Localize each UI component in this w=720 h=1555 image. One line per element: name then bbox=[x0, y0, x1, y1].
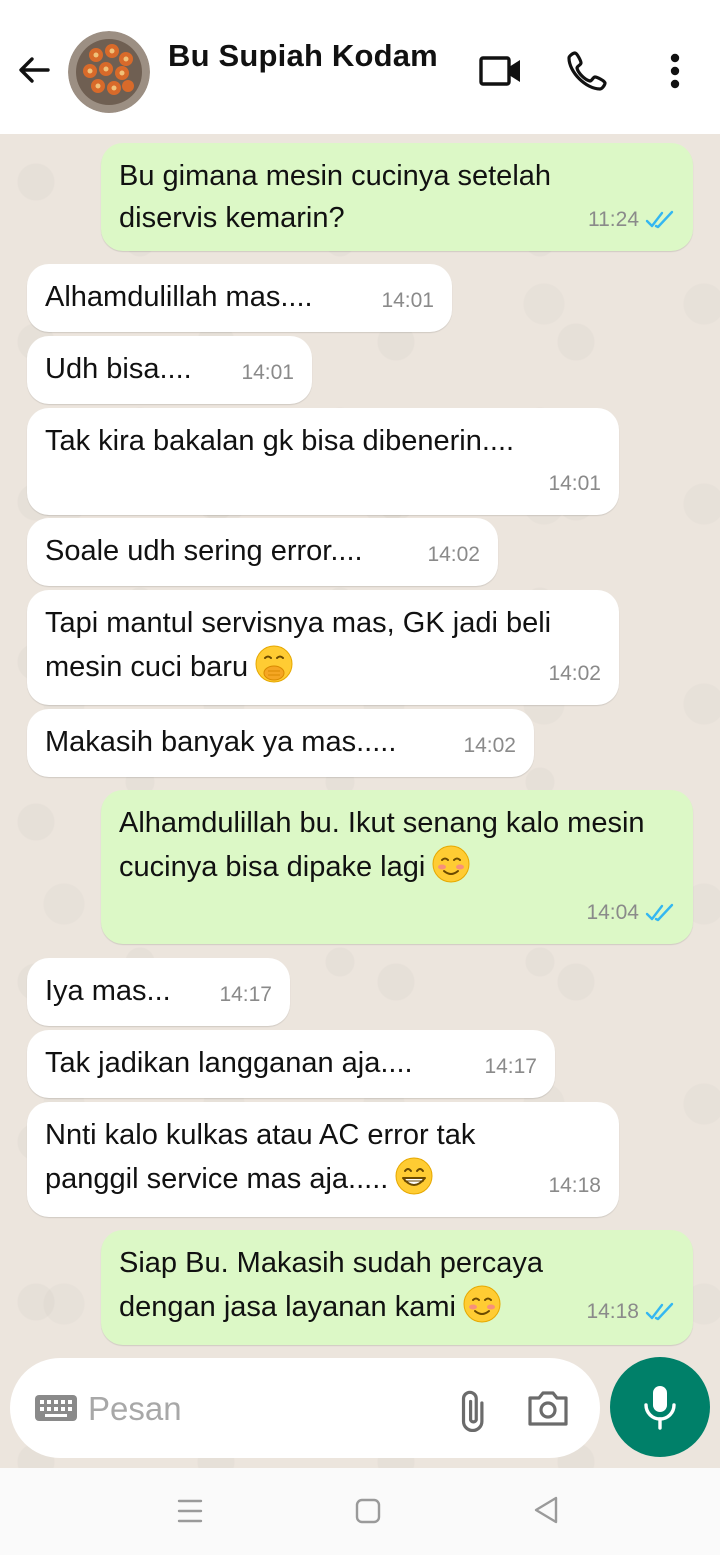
mic-button[interactable] bbox=[610, 1357, 710, 1457]
message-text: Soale udh sering error.... bbox=[45, 535, 363, 567]
message-text: Bu gimana mesin cucinya setelah diservis… bbox=[119, 160, 552, 234]
message-meta: 14:18 bbox=[586, 1291, 679, 1333]
message-bubble-outgoing[interactable]: Bu gimana mesin cucinya setelah diservis… bbox=[101, 143, 693, 251]
message-meta: 11:24 bbox=[588, 199, 679, 241]
message-bubble-incoming[interactable]: Makasih banyak ya mas..... 14:02 bbox=[27, 709, 534, 777]
message-time: 14:01 bbox=[381, 289, 434, 312]
chat-area[interactable]: Bu gimana mesin cucinya setelah diservis… bbox=[0, 134, 720, 1468]
message-bubble-incoming[interactable]: Iya mas... 14:17 bbox=[27, 958, 290, 1026]
message-bubble-outgoing[interactable]: Siap Bu. Makasih sudah percaya dengan ja… bbox=[101, 1230, 693, 1345]
message-text: Tak kira bakalan gk bisa dibenerin.... bbox=[45, 425, 515, 457]
message-bubble-incoming[interactable]: Udh bisa.... 14:01 bbox=[27, 336, 312, 404]
message-text: Nnti kalo kulkas atau AC error tak pangg… bbox=[45, 1102, 545, 1200]
nav-back-icon[interactable] bbox=[532, 1495, 560, 1525]
recent-apps-icon[interactable] bbox=[176, 1497, 204, 1525]
message-meta: 14:18 bbox=[548, 1165, 601, 1207]
message-bubble-incoming[interactable]: Tak kira bakalan gk bisa dibenerin.... 1… bbox=[27, 408, 619, 515]
message-meta: 14:01 bbox=[241, 352, 294, 394]
read-receipt-icon bbox=[645, 1302, 674, 1321]
message-meta: 14:02 bbox=[427, 534, 480, 576]
message-time: 14:01 bbox=[548, 472, 601, 495]
message-text: Makasih banyak ya mas..... bbox=[45, 726, 397, 758]
message-bubble-incoming[interactable]: Alhamdulillah mas.... 14:01 bbox=[27, 264, 452, 332]
avatar[interactable] bbox=[68, 31, 150, 113]
message-time: 14:02 bbox=[463, 734, 516, 757]
home-icon[interactable] bbox=[354, 1497, 382, 1525]
message-time: 14:17 bbox=[219, 983, 272, 1006]
message-bubble-incoming[interactable]: Tak jadikan langganan aja.... 14:17 bbox=[27, 1030, 555, 1098]
hand-over-mouth-emoji bbox=[255, 645, 293, 683]
back-arrow-icon[interactable] bbox=[14, 50, 54, 90]
message-time: 14:04 bbox=[586, 901, 639, 924]
read-receipt-icon bbox=[645, 210, 674, 229]
more-vert-icon[interactable] bbox=[660, 48, 690, 94]
message-meta: 14:01 bbox=[381, 280, 434, 322]
message-text: Tapi mantul servisnya mas, GK jadi beli … bbox=[45, 590, 605, 688]
contact-name[interactable]: Bu Supiah Kodam bbox=[168, 38, 438, 74]
message-meta: 14:02 bbox=[548, 653, 601, 695]
camera-icon[interactable] bbox=[526, 1388, 570, 1428]
mic-icon bbox=[644, 1386, 676, 1430]
message-input[interactable] bbox=[88, 1384, 428, 1434]
voice-call-icon[interactable] bbox=[566, 48, 610, 92]
message-meta: 14:01 bbox=[548, 463, 601, 505]
message-text-content: Alhamdulillah bu. Ikut senang kalo mesin… bbox=[119, 807, 645, 883]
message-meta: 14:17 bbox=[484, 1046, 537, 1088]
message-bubble-outgoing[interactable]: Alhamdulillah bu. Ikut senang kalo mesin… bbox=[101, 790, 693, 944]
message-time: 14:17 bbox=[484, 1055, 537, 1078]
video-call-icon[interactable] bbox=[478, 50, 524, 90]
smiling-emoji bbox=[463, 1285, 501, 1323]
attach-icon[interactable] bbox=[450, 1388, 494, 1432]
message-time: 14:18 bbox=[586, 1300, 639, 1323]
message-meta: 14:02 bbox=[463, 725, 516, 767]
message-meta: 14:17 bbox=[219, 974, 272, 1016]
message-time: 14:18 bbox=[548, 1174, 601, 1197]
smiling-emoji bbox=[432, 845, 470, 883]
message-text: Tak jadikan langganan aja.... bbox=[45, 1047, 413, 1079]
message-meta: 14:04 bbox=[586, 892, 679, 934]
message-composer bbox=[10, 1358, 600, 1458]
message-text: Alhamdulillah bu. Ikut senang kalo mesin… bbox=[119, 790, 664, 888]
message-time: 14:02 bbox=[548, 662, 601, 685]
keyboard-icon[interactable] bbox=[34, 1394, 78, 1422]
message-time: 14:02 bbox=[427, 543, 480, 566]
message-text: Siap Bu. Makasih sudah percaya dengan ja… bbox=[119, 1230, 579, 1328]
message-time: 14:01 bbox=[241, 361, 294, 384]
message-text: Alhamdulillah mas.... bbox=[45, 281, 313, 313]
message-time: 11:24 bbox=[588, 208, 639, 231]
message-bubble-incoming[interactable]: Tapi mantul servisnya mas, GK jadi beli … bbox=[27, 590, 619, 705]
grinning-emoji bbox=[395, 1157, 433, 1195]
message-bubble-incoming[interactable]: Nnti kalo kulkas atau AC error tak pangg… bbox=[27, 1102, 619, 1217]
message-text-content: Tapi mantul servisnya mas, GK jadi beli … bbox=[45, 607, 552, 683]
message-bubble-incoming[interactable]: Soale udh sering error.... 14:02 bbox=[27, 518, 498, 586]
chat-header: Bu Supiah Kodam bbox=[0, 0, 720, 134]
read-receipt-icon bbox=[645, 903, 674, 922]
